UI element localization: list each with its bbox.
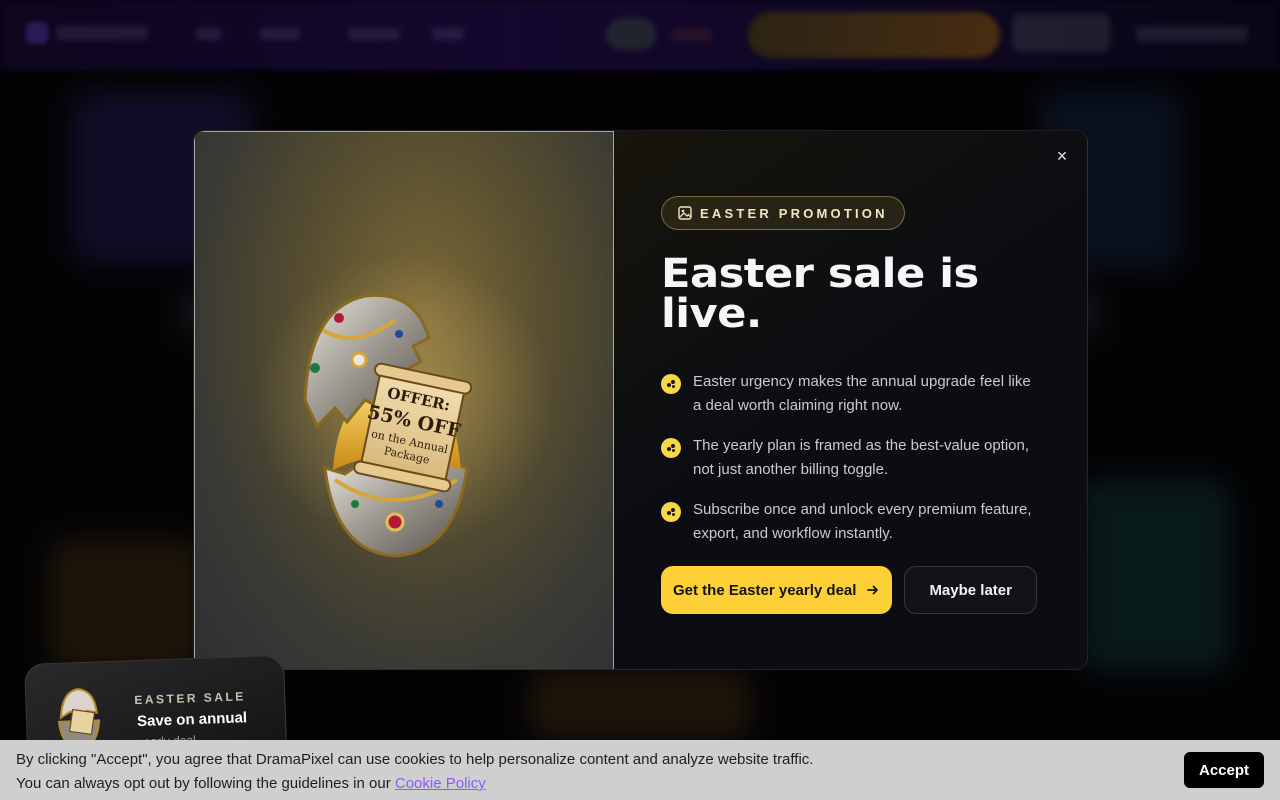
accept-cookies-button[interactable]: Accept [1184,752,1264,788]
promotion-badge: EASTER PROMOTION [661,196,905,230]
feature-item: The yearly plan is framed as the best-va… [661,434,1051,482]
cookie-message: By clicking "Accept", you agree that Dra… [16,748,813,796]
easter-promo-modal: OFFER: 55% OFF on the Annual Package × E… [193,130,1088,670]
cookie-message-line2: You can always opt out by following the … [16,775,395,792]
sale-card-title: Save on annual [136,709,248,731]
feature-text: Subscribe once and unlock every premium … [693,501,1032,542]
modal-title: Easter sale is live. [661,251,979,337]
easter-egg-icon: OFFER: 55% OFF on the Annual Package [303,293,473,558]
feature-text: Easter urgency makes the annual upgrade … [693,373,1031,414]
sparkle-icon [661,502,681,522]
get-easter-deal-label: Get the Easter yearly deal [673,581,857,599]
feature-item: Subscribe once and unlock every premium … [661,498,1051,546]
image-icon [678,206,692,220]
promo-content: EASTER PROMOTION Easter sale is live. Ea… [661,196,1051,614]
feature-text: The yearly plan is framed as the best-va… [693,437,1030,478]
cookie-policy-link[interactable]: Cookie Policy [395,775,486,792]
arrow-right-icon [867,585,879,595]
feature-list: Easter urgency makes the annual upgrade … [661,370,1051,546]
cookie-message-line1: By clicking "Accept", you agree that Dra… [16,751,814,768]
feature-item: Easter urgency makes the annual upgrade … [661,370,1051,418]
sparkle-icon [661,374,681,394]
maybe-later-button[interactable]: Maybe later [904,566,1037,614]
promo-illustration: OFFER: 55% OFF on the Annual Package [194,131,614,669]
modal-actions: Get the Easter yearly deal Maybe later [661,566,1051,614]
get-easter-deal-button[interactable]: Get the Easter yearly deal [661,566,893,614]
close-button[interactable]: × [1051,145,1073,167]
sale-card-kicker: EASTER SALE [134,689,247,708]
badge-label: EASTER PROMOTION [700,205,888,221]
cookie-consent-bar: By clicking "Accept", you agree that Dra… [0,740,1280,800]
sparkle-icon [661,438,681,458]
